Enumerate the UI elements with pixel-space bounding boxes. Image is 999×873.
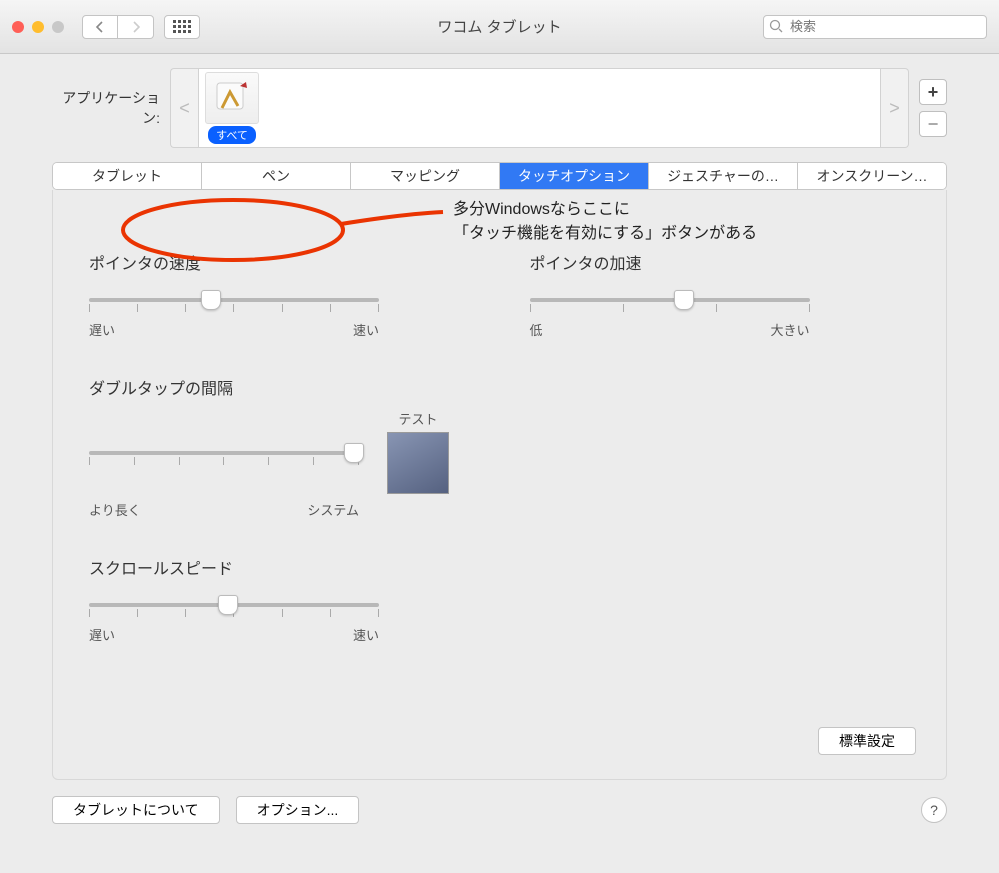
- double-tap-group: ダブルタップの間隔 テスト より長く システム: [89, 375, 470, 519]
- chevron-left-icon: [95, 21, 105, 33]
- back-button[interactable]: [82, 15, 118, 39]
- double-tap-right-label: システム: [307, 500, 359, 519]
- applications-list[interactable]: すべて: [198, 68, 881, 148]
- zoom-button[interactable]: [52, 21, 64, 33]
- scroll-speed-slider[interactable]: [89, 589, 379, 619]
- pointer-accel-slider[interactable]: [530, 284, 810, 314]
- pointer-accel-group: ポインタの加速 低 大きい: [530, 250, 911, 339]
- pointer-speed-slider[interactable]: [89, 284, 379, 314]
- pointer-accel-title: ポインタの加速: [530, 250, 911, 274]
- annotation-text: 多分Windowsならここに 「タッチ機能を有効にする」ボタンがある: [453, 198, 757, 246]
- double-tap-test: テスト: [387, 409, 449, 494]
- app-item-all[interactable]: すべて: [205, 72, 259, 144]
- options-button[interactable]: オプション...: [236, 796, 360, 824]
- tab-touch-options[interactable]: タッチオプション: [500, 163, 649, 189]
- titlebar: ワコム タブレット: [0, 0, 999, 54]
- defaults-button[interactable]: 標準設定: [818, 727, 916, 755]
- add-app-button[interactable]: +: [919, 79, 947, 105]
- applications-row: アプリケーション: < すべて > + −: [0, 54, 999, 162]
- app-default-icon: [205, 72, 259, 124]
- app-badge: すべて: [208, 126, 256, 144]
- test-label: テスト: [398, 409, 437, 428]
- panel-footer: 標準設定: [818, 727, 916, 755]
- search-field-wrap: [763, 15, 987, 39]
- scroll-speed-title: スクロールスピード: [89, 555, 470, 579]
- pointer-accel-left-label: 低: [530, 320, 543, 339]
- double-tap-slider[interactable]: [89, 437, 359, 467]
- pointer-speed-left-label: 遅い: [89, 320, 115, 339]
- tab-gestures[interactable]: ジェスチャーの…: [649, 163, 798, 189]
- app-add-remove: + −: [919, 79, 947, 137]
- app-scroll-left[interactable]: <: [170, 68, 198, 148]
- scroll-speed-right-label: 速い: [353, 625, 379, 644]
- scroll-speed-left-label: 遅い: [89, 625, 115, 644]
- pointer-speed-right-label: 速い: [353, 320, 379, 339]
- show-all-button[interactable]: [164, 15, 200, 39]
- panel-content: ポインタの速度 遅い 速い ダブルタップの間隔: [89, 250, 910, 680]
- help-button[interactable]: ?: [921, 797, 947, 823]
- pointer-speed-title: ポインタの速度: [89, 250, 470, 274]
- bottom-row: タブレットについて オプション... ?: [0, 796, 999, 844]
- annotation-line-2: 「タッチ機能を有効にする」ボタンがある: [453, 222, 757, 246]
- applications-label: アプリケーション:: [60, 88, 160, 128]
- pointer-accel-right-label: 大きい: [770, 320, 809, 339]
- tab-tablet[interactable]: タブレット: [53, 163, 202, 189]
- tab-mapping[interactable]: マッピング: [351, 163, 500, 189]
- annotation-line-1: 多分Windowsならここに: [453, 198, 757, 222]
- pointer-speed-group: ポインタの速度 遅い 速い: [89, 250, 470, 339]
- double-tap-title: ダブルタップの間隔: [89, 375, 470, 399]
- touch-options-panel: 多分Windowsならここに 「タッチ機能を有効にする」ボタンがある ポインタの…: [52, 190, 947, 780]
- nav-buttons: [82, 15, 154, 39]
- tab-onscreen[interactable]: オンスクリーン…: [798, 163, 946, 189]
- forward-button[interactable]: [118, 15, 154, 39]
- double-tap-left-label: より長く: [89, 500, 141, 519]
- window-controls: [12, 21, 64, 33]
- right-column: ポインタの加速 低 大きい: [530, 250, 911, 680]
- chevron-right-icon: [131, 21, 141, 33]
- about-tablet-button[interactable]: タブレットについて: [52, 796, 220, 824]
- remove-app-button[interactable]: −: [919, 111, 947, 137]
- app-scroll-right[interactable]: >: [881, 68, 909, 148]
- scroll-speed-group: スクロールスピード 遅い 速い: [89, 555, 470, 644]
- left-column: ポインタの速度 遅い 速い ダブルタップの間隔: [89, 250, 470, 680]
- tab-pen[interactable]: ペン: [202, 163, 351, 189]
- test-swatch[interactable]: [387, 432, 449, 494]
- tab-bar: タブレット ペン マッピング タッチオプション ジェスチャーの… オンスクリーン…: [52, 162, 947, 190]
- grid-icon: [173, 20, 191, 33]
- close-button[interactable]: [12, 21, 24, 33]
- search-input[interactable]: [763, 15, 987, 39]
- minimize-button[interactable]: [32, 21, 44, 33]
- search-icon: [769, 19, 783, 36]
